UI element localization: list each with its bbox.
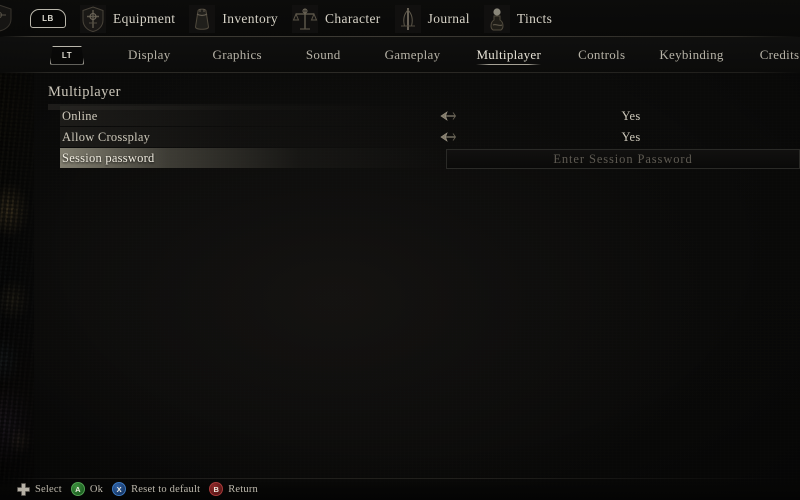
tab-display[interactable]: Display <box>128 37 171 73</box>
scales-icon <box>292 4 319 33</box>
nav-item-equipment[interactable]: Equipment <box>66 0 175 37</box>
tab-gameplay[interactable]: Gameplay <box>385 37 441 73</box>
flask-icon <box>483 4 510 33</box>
tab-sound[interactable]: Sound <box>306 37 341 73</box>
nav-label-tincts: Tincts <box>516 10 553 26</box>
prompt-reset-to-default[interactable]: X Reset to default <box>112 482 200 496</box>
quill-icon <box>394 4 421 33</box>
nav-item-journal[interactable]: Journal <box>381 0 470 37</box>
nav-item-inventory[interactable]: Inventory <box>175 0 278 37</box>
button-x-icon: X <box>112 482 127 496</box>
setting-row-session-password[interactable]: Session password Enter Session Password <box>0 148 800 169</box>
nav-label-character: Character <box>325 10 381 26</box>
nav-item-tincts[interactable]: Tincts <box>470 0 552 37</box>
prompt-label-ok: Ok <box>89 483 104 495</box>
settings-content: Multiplayer Online Yes Allow Crossplay Y… <box>0 73 800 478</box>
prompt-label-select: Select <box>35 483 62 495</box>
setting-label-allow-crossplay: Allow Crossplay <box>62 129 151 144</box>
tab-keybinding[interactable]: Keybinding <box>659 37 723 73</box>
prompt-label-return: Return <box>228 483 258 495</box>
session-password-input[interactable]: Enter Session Password <box>446 149 800 169</box>
prompt-label-reset-to-default: Reset to default <box>131 483 201 495</box>
crest-shield-icon-partial <box>0 4 12 32</box>
setting-row-online[interactable]: Online Yes <box>0 106 800 126</box>
prompt-return[interactable]: B Return <box>209 482 258 496</box>
setting-value-online[interactable]: Yes <box>560 109 702 124</box>
nav-label-equipment: Equipment <box>113 10 176 26</box>
settings-list: Online Yes Allow Crossplay Yes Session p… <box>0 106 800 169</box>
game-settings-screen: LB Equipment Inventory Character Journal… <box>0 0 800 500</box>
setting-label-online: Online <box>62 108 98 123</box>
section-title: Multiplayer <box>48 84 121 100</box>
settings-tab-bar: LT Display Graphics Sound Gameplay Multi… <box>0 37 800 73</box>
nav-label-journal: Journal <box>427 10 470 26</box>
arrow-left-icon[interactable] <box>440 109 456 123</box>
nav-item-character[interactable]: Character <box>278 0 381 37</box>
button-a-icon: A <box>70 482 85 496</box>
tab-credits[interactable]: Credits <box>760 37 800 73</box>
setting-value-allow-crossplay[interactable]: Yes <box>560 130 702 145</box>
dpad-icon <box>17 482 30 496</box>
session-password-placeholder: Enter Session Password <box>553 151 693 166</box>
controller-prompt-bar: Select A Ok X Reset to default B Return <box>0 478 800 500</box>
nav-left-clip <box>0 0 28 37</box>
row-background <box>60 106 445 126</box>
main-menu-nav: LB Equipment Inventory Character Journal… <box>0 0 800 37</box>
button-b-icon: B <box>209 482 224 496</box>
arrow-left-icon[interactable] <box>440 130 456 144</box>
setting-label-session-password: Session password <box>62 150 155 165</box>
prompt-ok[interactable]: A Ok <box>70 482 104 496</box>
pouch-icon <box>189 4 216 33</box>
prompt-select[interactable]: Select <box>17 482 62 496</box>
setting-row-allow-crossplay[interactable]: Allow Crossplay Yes <box>0 127 800 147</box>
nav-label-inventory: Inventory <box>222 10 279 26</box>
trigger-left-button[interactable]: LT <box>50 45 84 65</box>
bumper-left-button[interactable]: LB <box>30 9 66 28</box>
tab-controls[interactable]: Controls <box>578 37 625 73</box>
tab-graphics[interactable]: Graphics <box>213 37 262 73</box>
crest-shield-icon <box>80 4 106 33</box>
tab-multiplayer[interactable]: Multiplayer <box>476 37 541 73</box>
